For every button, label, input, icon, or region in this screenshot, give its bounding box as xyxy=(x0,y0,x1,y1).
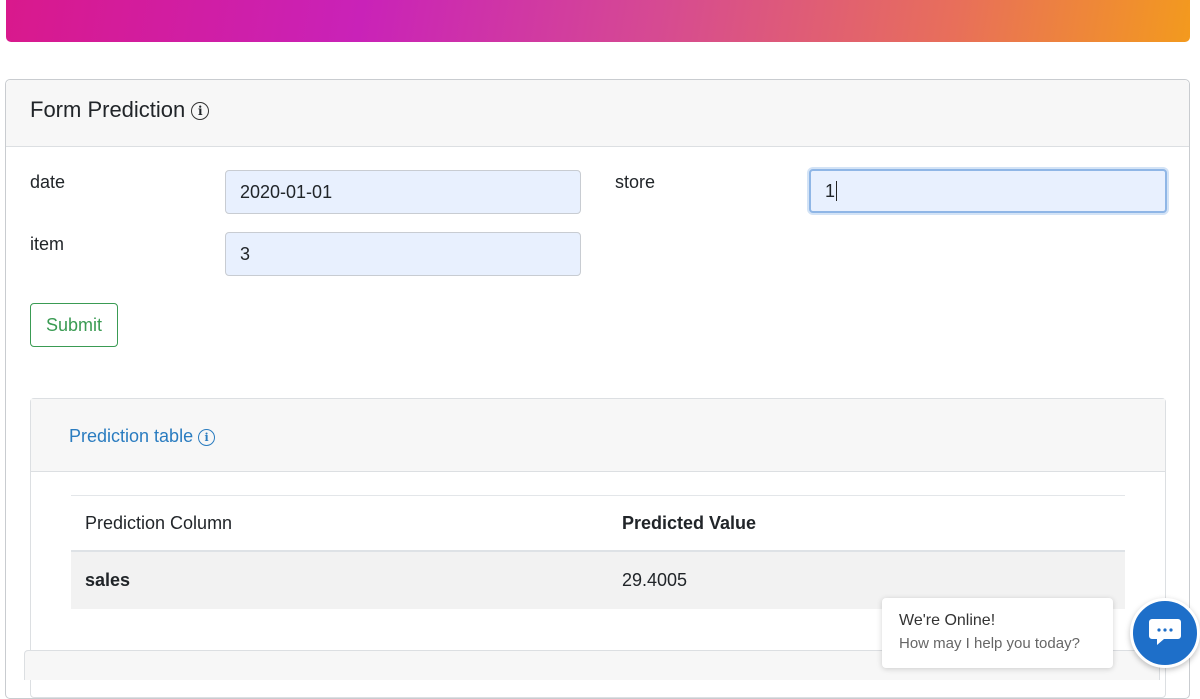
header-banner xyxy=(6,0,1190,42)
prediction-table-header: Prediction table i xyxy=(31,399,1165,472)
chat-launcher-button[interactable] xyxy=(1130,598,1200,668)
table-header-row: Prediction Column Predicted Value xyxy=(71,496,1125,552)
text-caret xyxy=(836,181,838,201)
item-value: 3 xyxy=(240,243,251,264)
date-label: date xyxy=(30,172,66,192)
item-label: item xyxy=(30,234,65,254)
prediction-table-title[interactable]: Prediction table i xyxy=(69,426,216,447)
prediction-table: Prediction Column Predicted Value sales … xyxy=(71,495,1125,609)
chat-status-text: We're Online! xyxy=(899,612,996,629)
table-cell-column: sales xyxy=(85,570,131,590)
item-field[interactable]: 3 xyxy=(225,232,581,276)
info-icon[interactable]: i xyxy=(198,429,216,446)
column-header-predicted-value: Predicted Value xyxy=(622,512,757,533)
store-value: 1 xyxy=(825,180,836,201)
store-field[interactable]: 1 xyxy=(809,169,1167,213)
chat-greeting-bubble[interactable]: We're Online! How may I help you today? xyxy=(882,598,1113,668)
chat-icon xyxy=(1148,616,1182,651)
info-icon[interactable]: i xyxy=(191,102,210,120)
table-cell-value: 29.4005 xyxy=(622,570,688,590)
column-header-prediction-column: Prediction Column xyxy=(85,512,233,533)
page-title-text: Form Prediction xyxy=(30,97,186,122)
store-label: store xyxy=(615,172,656,192)
chat-prompt-text: How may I help you today? xyxy=(899,635,1080,652)
page-title: Form Prediction i xyxy=(30,97,210,123)
date-field[interactable]: 2020-01-01 xyxy=(225,170,581,214)
card-header: Form Prediction i xyxy=(6,80,1189,147)
submit-button[interactable]: Submit xyxy=(30,303,118,347)
date-value: 2020-01-01 xyxy=(240,181,333,202)
prediction-table-title-text: Prediction table xyxy=(69,426,194,446)
